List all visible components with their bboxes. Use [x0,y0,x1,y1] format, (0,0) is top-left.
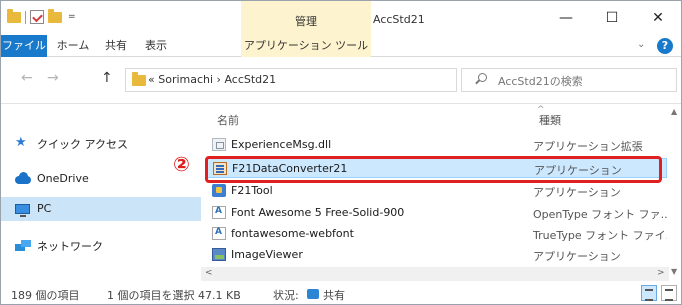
file-row[interactable]: fontawesome-webfont TrueType フォント ファイ... [207,224,667,244]
selection-info: 1 個の項目を選択 47.1 KB [107,289,241,302]
dll-icon [212,138,226,151]
context-tab-label: 管理 [295,15,317,28]
help-icon[interactable]: ? [657,38,673,54]
address-bar[interactable]: « Sorimachi › AccStd21 ⌄ ↻ [125,68,542,92]
scroll-right-icon[interactable]: > [657,268,665,278]
navigation-bar: ← → ↑ « Sorimachi › AccStd21 ⌄ ↻ AccStd2… [1,58,681,104]
back-button[interactable]: ← [21,70,33,86]
search-icon [478,73,487,82]
image-viewer-icon [212,248,226,261]
file-list: ^ 名前 種類 ExperienceMsg.dll アプリケーション拡張 F21… [201,105,681,281]
column-header-type[interactable]: 種類 [539,112,561,128]
file-type: アプリケーション [533,186,621,199]
properties-icon[interactable] [30,10,44,24]
search-placeholder: AccStd21の検索 [498,75,583,88]
file-row[interactable]: F21Tool アプリケーション [207,181,667,201]
expand-ribbon-icon[interactable]: ⌄ [637,39,645,50]
state-value: 共有 [323,289,345,302]
nav-item-label: OneDrive [37,172,89,185]
scroll-left-icon[interactable]: < [205,268,213,278]
file-name: Font Awesome 5 Free-Solid-900 [231,206,405,219]
folder-icon [132,72,146,86]
nav-item-network[interactable]: ネットワーク [1,233,201,257]
tab-share[interactable]: 共有 [99,35,133,57]
nav-item-quick-access[interactable]: ★ クイック アクセス [1,131,201,155]
file-type: アプリケーション拡張 [533,140,643,153]
nav-item-pc[interactable]: PC [1,197,201,221]
forward-button[interactable]: → [47,70,59,86]
maximize-button[interactable]: ☐ [589,1,635,35]
tab-view[interactable]: 表示 [139,35,173,57]
item-count: 189 個の項目 [11,289,80,302]
star-icon: ★ [15,135,27,150]
shared-icon [307,289,319,299]
search-input[interactable]: AccStd21の検索 [461,68,677,92]
cloud-icon [15,172,31,184]
font-icon [212,227,226,240]
divider [25,10,26,24]
tool-icon [212,184,226,197]
explorer-window: = 管理 AccStd21 — ☐ ✕ ファイル ホーム 共有 表示 アプリケー… [0,0,682,305]
horizontal-scrollbar[interactable]: < > [201,267,669,281]
file-name: fontawesome-webfont [231,227,354,240]
vertical-scrollbar[interactable]: ▲ ▼ [669,105,681,281]
large-icons-view-button[interactable] [661,285,677,301]
customize-dropdown-icon[interactable]: = [68,12,76,22]
address-path[interactable]: « Sorimachi › AccStd21 [148,73,276,86]
file-name: ImageViewer [231,248,303,261]
context-tab-manage[interactable]: 管理 [241,1,371,35]
file-name: F21Tool [231,184,273,197]
tab-home[interactable]: ホーム [53,35,93,57]
new-folder-icon[interactable] [48,8,62,23]
file-type: アプリケーション [533,250,621,263]
file-name: ExperienceMsg.dll [231,138,332,151]
state-label: 状況: [273,289,299,302]
file-row[interactable]: ImageViewer アプリケーション [207,245,667,265]
file-row[interactable]: ExperienceMsg.dll アプリケーション拡張 [207,135,667,155]
nav-item-onedrive[interactable]: OneDrive [1,167,201,191]
folder-icon[interactable] [7,8,21,23]
ribbon-tab-bar: ファイル ホーム 共有 表示 アプリケーション ツール ⌄ ? [1,35,681,57]
file-type: TrueType フォント ファイ... [533,229,667,242]
annotation-step-marker: ② [173,152,190,176]
network-icon [15,240,31,251]
close-button[interactable]: ✕ [635,1,681,35]
nav-item-label: ネットワーク [37,240,103,253]
annotation-highlight-box [205,156,662,183]
up-button[interactable]: ↑ [101,70,113,86]
file-row[interactable]: Font Awesome 5 Free-Solid-900 OpenType フ… [207,203,667,223]
nav-item-label: クイック アクセス [37,138,128,151]
minimize-button[interactable]: — [543,1,589,35]
quick-access-toolbar: = [7,8,76,24]
details-view-button[interactable] [641,285,657,301]
status-bar: 189 個の項目 1 個の項目を選択 47.1 KB 状況: 共有 [1,283,681,304]
navigation-pane: ★ クイック アクセス OneDrive PC ネットワーク [1,105,201,281]
scroll-up-icon[interactable]: ▲ [671,107,677,116]
tab-application-tools[interactable]: アプリケーション ツール [241,35,371,57]
computer-icon [15,204,30,217]
nav-item-label: PC [37,202,52,215]
title-bar: = 管理 AccStd21 — ☐ ✕ [1,1,681,35]
file-type: OpenType フォント ファ... [533,208,667,221]
scroll-down-icon[interactable]: ▼ [671,267,677,276]
font-icon [212,206,226,219]
window-title: AccStd21 [373,13,425,26]
column-header-name[interactable]: 名前 [217,112,239,128]
tab-file[interactable]: ファイル [1,35,47,57]
